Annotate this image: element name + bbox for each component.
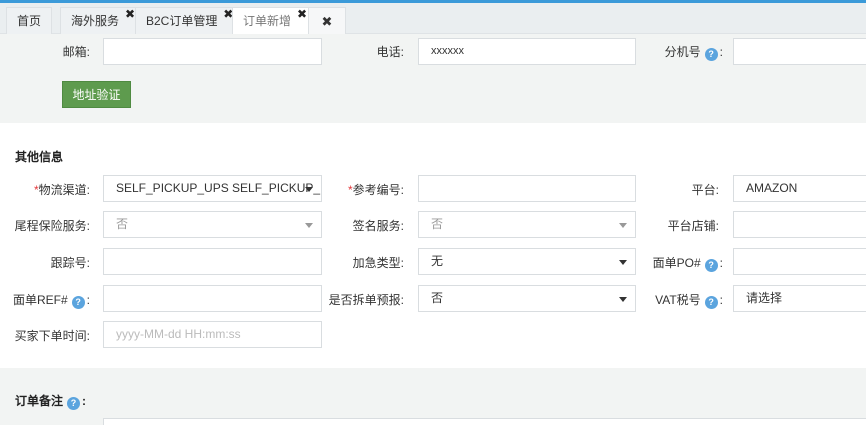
chevron-down-icon: [619, 260, 627, 265]
tab-overseas-service[interactable]: 海外服务 ✖: [60, 7, 139, 34]
order-time-label: 买家下单时间:: [14, 329, 90, 343]
tab-close-icon[interactable]: ✖: [125, 1, 135, 28]
ref-no-label: *参考编号:: [300, 181, 404, 198]
tab-close-icon[interactable]: ✖: [297, 1, 307, 28]
tab-home[interactable]: 首页: [6, 7, 53, 34]
tab-label: 首页: [17, 14, 42, 28]
signature-service-select[interactable]: 否: [418, 211, 636, 238]
phone-label: 电话:: [376, 45, 404, 59]
ext-field[interactable]: [733, 38, 866, 65]
po-field[interactable]: [733, 248, 866, 275]
vat-label: VAT税号?:: [640, 291, 723, 309]
last-mile-insurance-label: 尾程保险服务:: [14, 219, 90, 233]
help-icon[interactable]: ?: [67, 397, 81, 410]
chevron-down-icon: [619, 223, 627, 228]
platform-store-field[interactable]: [733, 211, 866, 238]
colon: :: [719, 293, 723, 307]
tab-bar: 首页 海外服务 ✖ B2C订单管理 ✖ 订单新增 ✖ ✖: [0, 3, 866, 35]
last-mile-insurance-value: 否: [116, 217, 129, 231]
help-icon[interactable]: ?: [704, 48, 718, 61]
urgent-type-value: 无: [431, 254, 444, 268]
help-icon[interactable]: ?: [71, 296, 85, 309]
vat-label-text: VAT税号: [655, 293, 701, 307]
tab-b2c-order-management[interactable]: B2C订单管理 ✖: [135, 7, 237, 34]
ext-label-text: 分机号: [664, 45, 701, 59]
po-label-text: 面单PO#: [652, 256, 701, 270]
order-note-field[interactable]: [103, 418, 866, 425]
email-label: 邮箱:: [62, 45, 90, 59]
signature-service-label: 签名服务:: [352, 219, 404, 233]
vat-select[interactable]: 请选择: [733, 285, 866, 312]
signature-service-value: 否: [431, 217, 444, 231]
split-order-label: 是否拆单预报:: [328, 293, 404, 307]
section-title-order-note: 订单备注?:: [15, 392, 86, 410]
colon: :: [719, 45, 723, 59]
urgent-type-select[interactable]: 无: [418, 248, 636, 275]
tab-label: B2C订单管理: [146, 14, 218, 28]
ref-hash-label-text: 面单REF#: [12, 293, 68, 307]
ref-hash-label: 面单REF#?:: [0, 291, 90, 309]
tracking-field[interactable]: [103, 248, 322, 275]
po-label: 面单PO#?:: [640, 254, 723, 272]
logistics-label: *物流渠道:: [0, 181, 90, 198]
platform-field[interactable]: AMAZON: [733, 175, 866, 202]
close-all-tabs-icon[interactable]: ✖: [308, 7, 346, 34]
tracking-label: 跟踪号:: [50, 256, 90, 270]
tab-order-new[interactable]: 订单新增 ✖: [232, 7, 311, 35]
tab-label: 订单新增: [243, 14, 292, 28]
split-order-value: 否: [431, 291, 444, 305]
urgent-type-label: 加急类型:: [352, 256, 404, 270]
logistics-label-text: 物流渠道:: [38, 183, 90, 197]
colon: :: [86, 293, 90, 307]
order-time-field[interactable]: yyyy-MM-dd HH:mm:ss: [103, 321, 322, 348]
platform-store-label: 平台店铺:: [667, 219, 719, 233]
ref-no-field[interactable]: [418, 175, 636, 202]
platform-label: 平台:: [691, 183, 719, 197]
address-verify-button[interactable]: 地址验证: [62, 81, 131, 108]
help-icon[interactable]: ?: [704, 259, 718, 272]
order-note-title: 订单备注: [15, 394, 64, 408]
address-section: 邮箱: 电话: xxxxxx 分机号?: 地址验证: [0, 34, 866, 123]
tab-label: 海外服务: [71, 14, 120, 28]
last-mile-insurance-select[interactable]: 否: [103, 211, 322, 238]
help-icon[interactable]: ?: [704, 296, 718, 309]
split-order-select[interactable]: 否: [418, 285, 636, 312]
ref-hash-field[interactable]: [103, 285, 322, 312]
ref-no-label-text: 参考编号:: [352, 183, 404, 197]
logistics-select[interactable]: SELF_PICKUP_UPS SELF_PICKUP_...: [103, 175, 322, 202]
phone-field[interactable]: xxxxxx: [418, 38, 636, 65]
section-title-other-info: 其他信息: [15, 150, 64, 164]
colon: :: [719, 256, 723, 270]
logistics-value: SELF_PICKUP_UPS SELF_PICKUP_...: [116, 181, 322, 195]
email-field[interactable]: [103, 38, 322, 65]
colon: :: [82, 394, 87, 408]
other-info-section: 其他信息 *物流渠道: SELF_PICKUP_UPS SELF_PICKUP_…: [0, 123, 866, 368]
order-note-section: 订单备注?:: [0, 368, 866, 425]
chevron-down-icon: [619, 297, 627, 302]
ext-label: 分机号?:: [640, 43, 723, 61]
